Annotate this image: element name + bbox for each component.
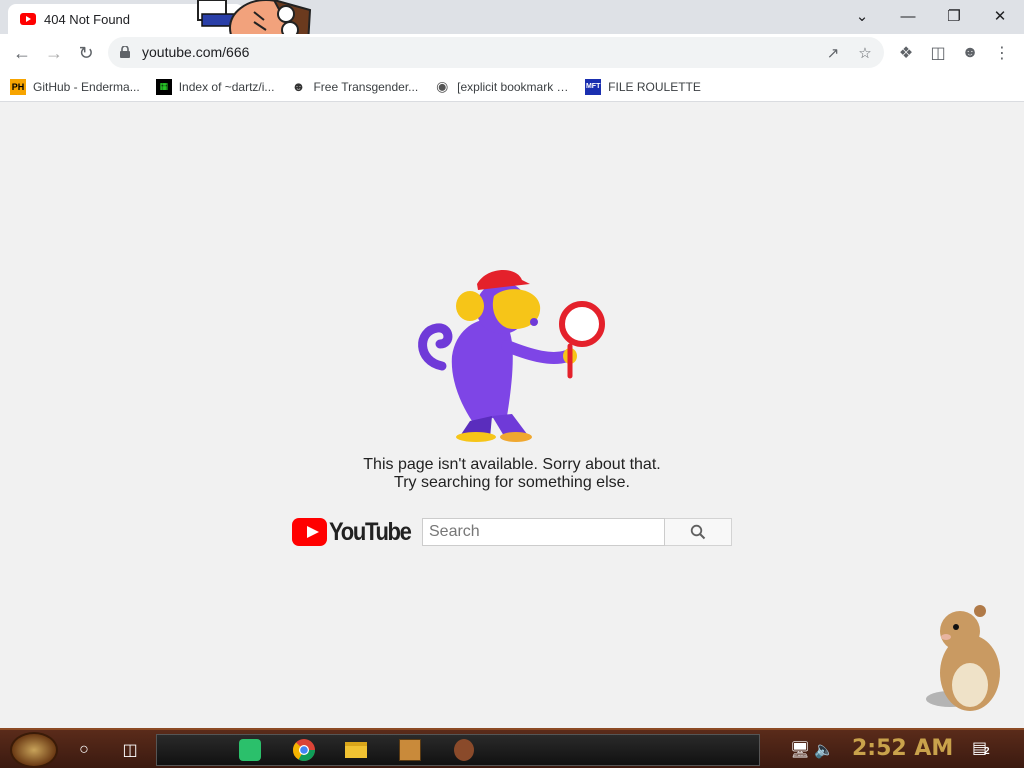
- grid-favicon-icon: ▦: [155, 78, 172, 95]
- mft-favicon-icon: MFT: [585, 78, 602, 95]
- bookmark-item[interactable]: ☻ Free Transgender...: [290, 79, 419, 95]
- magnifier-icon: [690, 524, 706, 540]
- youtube-favicon-icon: [20, 13, 36, 25]
- bookmark-label: [explicit bookmark title]: [457, 79, 570, 94]
- bookmark-item[interactable]: ▦ Index of ~dartz/i...: [155, 78, 275, 95]
- extensions-puzzle-icon[interactable]: ❖: [892, 39, 920, 67]
- search-button[interactable]: [665, 518, 732, 546]
- hamster-sticker: [926, 605, 1000, 711]
- bookmark-star-icon[interactable]: ☆: [854, 42, 876, 64]
- bookmarks-bar: PH GitHub - Enderma... ▦ Index of ~dartz…: [0, 72, 1024, 102]
- youtube-play-icon: [292, 518, 328, 546]
- file-explorer-icon[interactable]: [342, 736, 370, 764]
- back-arrow-icon[interactable]: ←: [8, 39, 36, 67]
- tab-title: 404 Not Found: [44, 11, 131, 27]
- chrome-icon[interactable]: [290, 736, 318, 764]
- bookmark-label: GitHub - Enderma...: [33, 79, 140, 94]
- volume-muted-icon[interactable]: 🔈: [810, 736, 838, 764]
- spotify-icon[interactable]: [236, 736, 264, 764]
- bookmark-item[interactable]: MFT FILE ROULETTE: [585, 78, 701, 95]
- browser-toolbar: ← → ↻ youtube.com/666 ↗ ☆ ❖ ◫ ☻ ⋮: [0, 34, 1024, 72]
- alien-favicon-icon: ☻: [291, 79, 306, 94]
- bookmark-label: Free Transgender...: [313, 79, 419, 94]
- game-app-icon[interactable]: [396, 736, 424, 764]
- tab-search-icon[interactable]: ⌄: [842, 4, 882, 28]
- bookmark-item[interactable]: ◉ [explicit bookmark title]: [434, 78, 570, 95]
- globe-icon: ◉: [436, 78, 449, 94]
- close-icon[interactable]: ✕: [980, 4, 1020, 28]
- error-message-line1: This page isn't available. Sorry about t…: [363, 456, 661, 473]
- restore-icon[interactable]: ❐: [934, 4, 974, 28]
- share-icon[interactable]: ↗: [822, 42, 844, 64]
- bookmark-label: FILE ROULETTE: [608, 79, 701, 94]
- task-view-icon[interactable]: ◫: [116, 736, 144, 764]
- notification-center-icon[interactable]: ▤ 2: [972, 738, 994, 760]
- start-button[interactable]: [10, 732, 58, 768]
- youtube-logo-text: YouTube: [329, 517, 412, 546]
- error-message: This page isn't available. Sorry about t…: [312, 456, 712, 492]
- reload-icon[interactable]: ↻: [72, 39, 100, 67]
- monkey-illustration: [418, 269, 605, 442]
- side-panel-icon[interactable]: ◫: [924, 39, 952, 67]
- error-message-line2: Try searching for something else.: [394, 474, 630, 491]
- title-bar: 404 Not Found ⌄ — ❐ ✕: [0, 0, 1024, 58]
- minimize-icon[interactable]: —: [888, 4, 928, 28]
- bookmark-label: Index of ~dartz/i...: [178, 79, 275, 94]
- youtube-logo[interactable]: YouTube: [292, 517, 422, 547]
- bookmark-item[interactable]: PH GitHub - Enderma...: [10, 78, 140, 95]
- address-bar[interactable]: youtube.com/666 ↗ ☆: [108, 37, 884, 68]
- profile-avatar-icon[interactable]: ☻: [956, 39, 984, 67]
- taskbar-clock[interactable]: 2:52 AM: [852, 736, 953, 761]
- taskbar: ○ ◫ 🖥 🔈 2:52 AM ▤ 2: [0, 728, 1024, 768]
- ph-favicon-icon: PH: [10, 78, 26, 95]
- monkey-app-icon[interactable]: [450, 736, 478, 764]
- search-input[interactable]: [422, 518, 665, 546]
- lock-icon: [120, 46, 130, 58]
- notification-count: 2: [984, 746, 990, 757]
- page-content: This page isn't available. Sorry about t…: [0, 103, 1024, 728]
- youtube-search-row: YouTube: [292, 517, 732, 547]
- cortana-circle-icon[interactable]: ○: [70, 736, 98, 764]
- menu-kebab-icon[interactable]: ⋮: [988, 39, 1016, 67]
- forward-arrow-icon[interactable]: →: [40, 39, 68, 67]
- url-text[interactable]: youtube.com/666: [142, 44, 249, 60]
